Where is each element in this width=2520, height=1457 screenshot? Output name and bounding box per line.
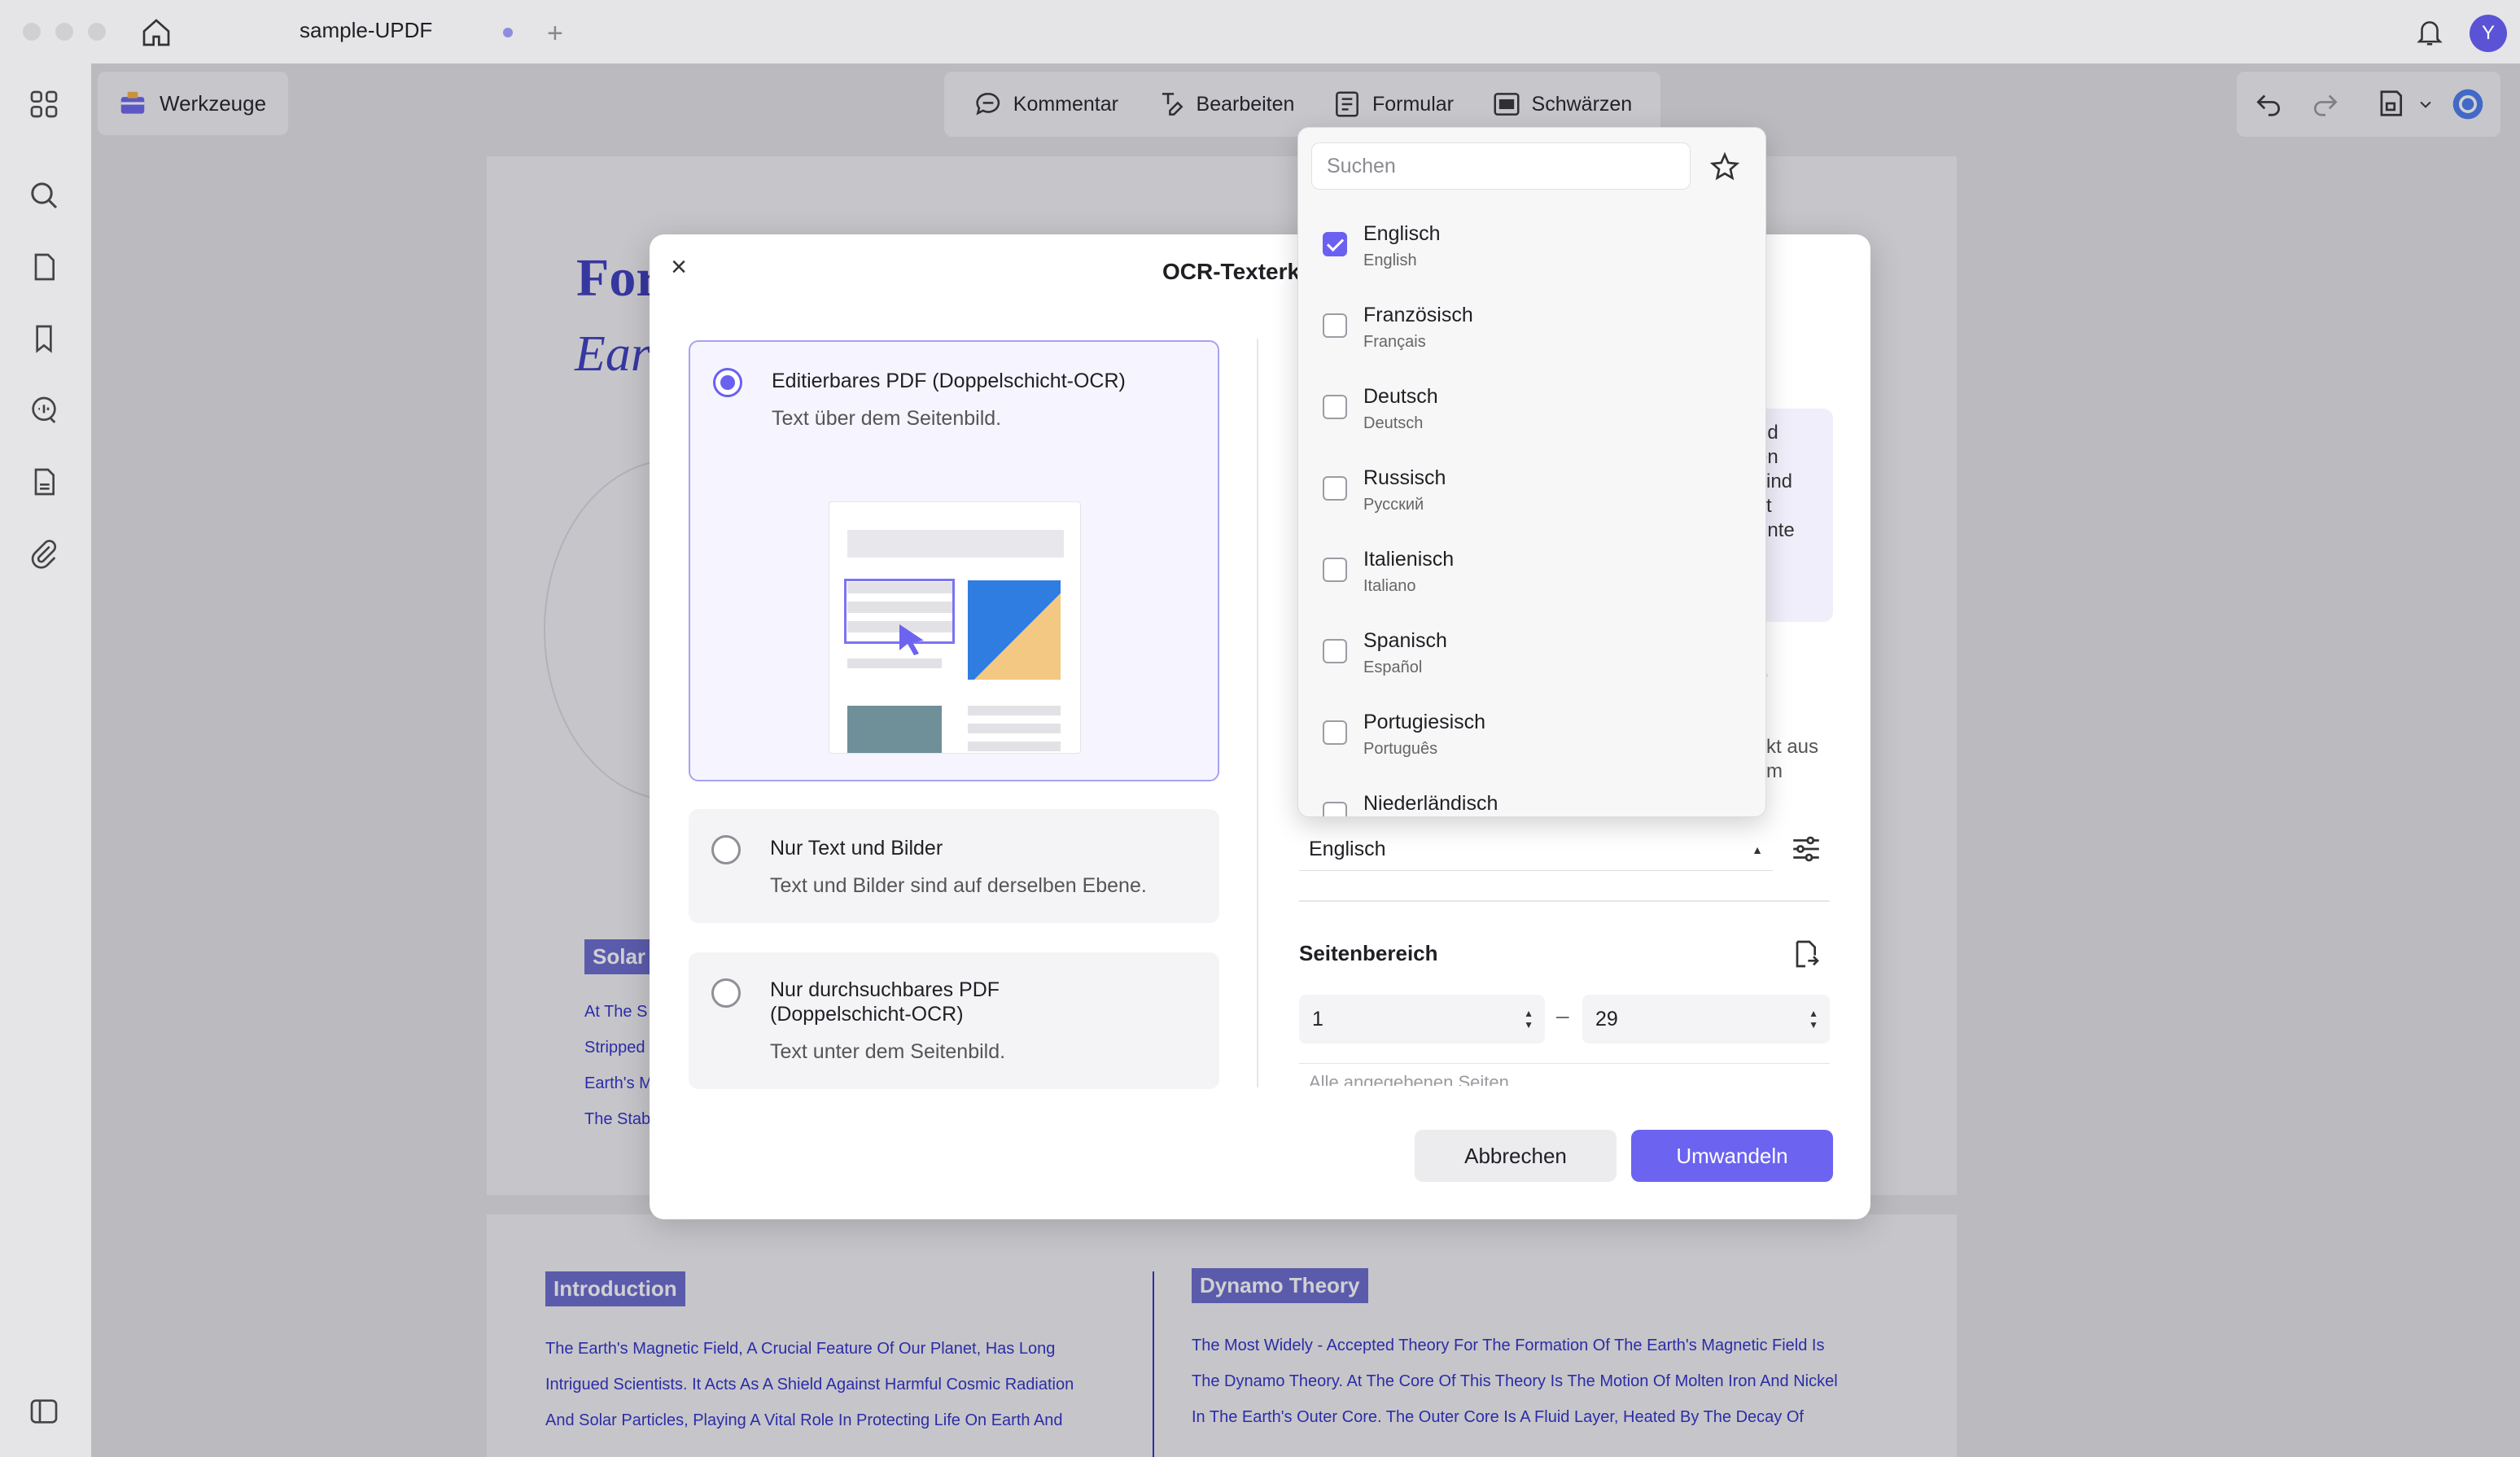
option-text-and-images[interactable]: Nur Text und Bilder Text und Bilder sind… bbox=[689, 809, 1219, 923]
option-subtitle: Text unter dem Seitenbild. bbox=[770, 1040, 1006, 1063]
page-from-stepper[interactable]: 1 ▲ ▼ bbox=[1299, 995, 1545, 1044]
language-native-name: Português bbox=[1363, 740, 1438, 758]
page-filter-select[interactable]: Alle angegebenen Seiten bbox=[1299, 1063, 1830, 1086]
left-sidebar bbox=[0, 63, 91, 1457]
hint-fragment: m bbox=[1766, 760, 1783, 782]
building-image bbox=[847, 706, 942, 753]
pages-icon[interactable] bbox=[28, 251, 60, 283]
option-title-line2: (Doppelschicht-OCR) bbox=[770, 1003, 964, 1026]
language-checkbox[interactable] bbox=[1323, 558, 1347, 582]
language-native-name: Italiano bbox=[1363, 577, 1416, 595]
home-icon[interactable] bbox=[140, 16, 173, 49]
language-option[interactable]: Russisch Русский bbox=[1298, 458, 1765, 540]
option-searchable-pdf[interactable]: Nur durchsuchbares PDF (Doppelschicht-OC… bbox=[689, 952, 1219, 1089]
bookmark-icon[interactable] bbox=[28, 322, 60, 355]
unsaved-dot-icon bbox=[503, 28, 513, 37]
section-separator bbox=[1299, 900, 1830, 902]
option-subtitle: Text über dem Seitenbild. bbox=[772, 407, 1002, 430]
language-option[interactable]: Englisch English bbox=[1298, 214, 1765, 295]
language-option[interactable]: Italienisch Italiano bbox=[1298, 540, 1765, 621]
language-dropdown: Englisch English Französisch Français De… bbox=[1297, 127, 1766, 817]
language-option[interactable]: Französisch Français bbox=[1298, 295, 1765, 377]
notification-bell-icon[interactable] bbox=[2414, 16, 2445, 49]
radio-text-and-images[interactable] bbox=[711, 835, 741, 864]
page-to-stepper[interactable]: 29 ▲ ▼ bbox=[1582, 995, 1830, 1044]
language-native-name: English bbox=[1363, 252, 1417, 269]
language-checkbox[interactable] bbox=[1323, 313, 1347, 338]
sidebar-toggle-icon[interactable] bbox=[28, 1395, 60, 1428]
stepper-arrows-icon[interactable]: ▲ ▼ bbox=[1809, 1008, 1818, 1030]
language-native-name: Deutsch bbox=[1363, 414, 1424, 432]
option-subtitle: Text und Bilder sind auf derselben Ebene… bbox=[770, 874, 1147, 897]
language-native-name: Français bbox=[1363, 333, 1426, 351]
separator bbox=[1766, 674, 1768, 677]
page-range-swap-icon[interactable] bbox=[1789, 938, 1822, 970]
language-checkbox[interactable] bbox=[1323, 395, 1347, 419]
stepper-arrows-icon[interactable]: ▲ ▼ bbox=[1524, 1008, 1533, 1030]
sliders-icon[interactable] bbox=[1789, 832, 1823, 866]
image-placeholder bbox=[968, 580, 1061, 680]
language-option[interactable]: Portugiesisch Português bbox=[1298, 702, 1765, 784]
language-name: Deutsch bbox=[1363, 385, 1438, 408]
language-name: Englisch bbox=[1363, 222, 1441, 245]
option-title: Nur Text und Bilder bbox=[770, 837, 943, 860]
page-from-value: 1 bbox=[1312, 1007, 1323, 1030]
language-option[interactable]: Deutsch Deutsch bbox=[1298, 377, 1765, 458]
option-title: Nur durchsuchbares PDF bbox=[770, 978, 1000, 1001]
caret-up-icon: ▲ bbox=[1752, 842, 1763, 856]
hint-fragment: kt aus bbox=[1766, 736, 1819, 758]
radio-editable-pdf[interactable] bbox=[713, 368, 742, 397]
range-dash: – bbox=[1556, 1003, 1569, 1028]
language-native-name: Русский bbox=[1363, 496, 1424, 514]
page-range-title: Seitenbereich bbox=[1299, 941, 1438, 965]
language-name: Italienisch bbox=[1363, 548, 1455, 571]
language-name: Französisch bbox=[1363, 304, 1473, 326]
panel-divider bbox=[1257, 339, 1258, 1087]
language-checkbox[interactable] bbox=[1323, 720, 1347, 745]
language-search-input[interactable] bbox=[1311, 142, 1691, 190]
language-option[interactable]: Niederländisch bbox=[1298, 784, 1765, 816]
option-editable-pdf[interactable]: Editierbares PDF (Doppelschicht-OCR) Tex… bbox=[689, 340, 1219, 781]
apps-grid-icon[interactable] bbox=[28, 88, 60, 120]
convert-button[interactable]: Umwandeln bbox=[1631, 1130, 1833, 1182]
language-select-value: Englisch bbox=[1309, 838, 1386, 860]
language-checkbox[interactable] bbox=[1323, 476, 1347, 501]
language-name: Spanisch bbox=[1363, 629, 1447, 652]
radio-searchable-pdf[interactable] bbox=[711, 978, 741, 1008]
search-icon[interactable] bbox=[28, 179, 60, 212]
close-window-button[interactable] bbox=[23, 23, 41, 41]
cancel-button[interactable]: Abbrechen bbox=[1415, 1130, 1617, 1182]
language-name: Niederländisch bbox=[1363, 792, 1498, 815]
language-name: Portugiesisch bbox=[1363, 711, 1486, 733]
zoom-window-button[interactable] bbox=[88, 23, 106, 41]
ocr-illustration bbox=[829, 501, 1081, 754]
dialog-title: OCR-Texterke bbox=[1162, 259, 1313, 284]
language-select[interactable]: Englisch ▲ bbox=[1299, 829, 1773, 871]
language-native-name: Español bbox=[1363, 658, 1423, 676]
language-checkbox[interactable] bbox=[1323, 802, 1347, 816]
user-avatar[interactable]: Y bbox=[2470, 15, 2507, 52]
language-name: Russisch bbox=[1363, 466, 1446, 489]
minimize-window-button[interactable] bbox=[55, 23, 73, 41]
document-icon[interactable] bbox=[28, 466, 60, 498]
close-icon[interactable]: × bbox=[663, 251, 695, 283]
language-option[interactable]: Spanisch Español bbox=[1298, 621, 1765, 702]
page-filter-value: Alle angegebenen Seiten bbox=[1309, 1072, 1509, 1086]
language-checkbox[interactable] bbox=[1323, 639, 1347, 663]
new-tab-icon[interactable]: + bbox=[547, 18, 563, 50]
star-icon[interactable] bbox=[1708, 151, 1741, 183]
page-to-value: 29 bbox=[1595, 1007, 1618, 1030]
title-bar: sample-UPDF + Y bbox=[0, 0, 2520, 63]
attachment-icon[interactable] bbox=[28, 537, 60, 570]
option-title: Editierbares PDF (Doppelschicht-OCR) bbox=[772, 370, 1126, 392]
cursor-icon bbox=[898, 623, 925, 655]
document-tab-title[interactable]: sample-UPDF bbox=[300, 18, 432, 43]
ai-chat-icon[interactable] bbox=[28, 394, 60, 427]
language-checkbox[interactable] bbox=[1323, 232, 1347, 256]
